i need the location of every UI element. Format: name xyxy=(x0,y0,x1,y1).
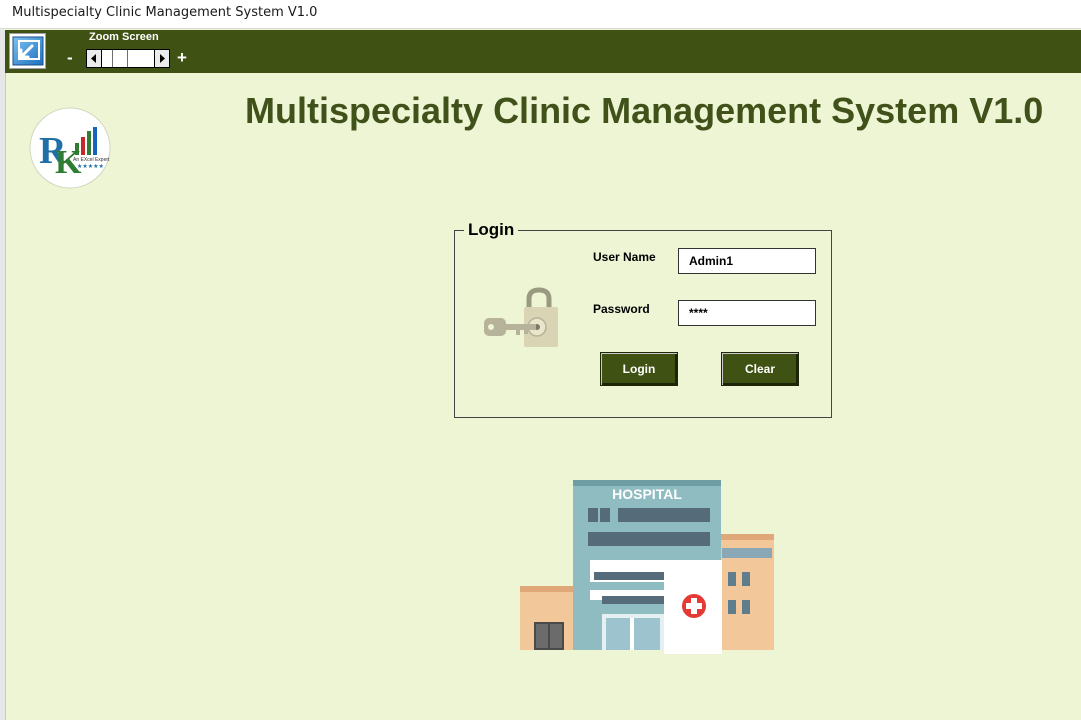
zoom-right-arrow[interactable] xyxy=(154,50,169,67)
zoom-left-arrow[interactable] xyxy=(87,50,102,67)
clear-button[interactable]: Clear xyxy=(721,352,799,386)
arrow-back-icon xyxy=(12,36,43,66)
zoom-out-button[interactable]: - xyxy=(67,48,73,68)
password-label: Password xyxy=(593,302,650,316)
zoom-in-button[interactable]: + xyxy=(177,48,187,68)
rk-logo: R K An EXcel Expert ★★★★★ xyxy=(29,107,111,189)
triangle-left-icon xyxy=(91,54,96,63)
back-button[interactable] xyxy=(9,33,46,69)
hospital-building-icon: HOSPITAL xyxy=(520,480,774,654)
page-title: Multispecialty Clinic Management System … xyxy=(245,90,1044,131)
password-input[interactable] xyxy=(678,300,816,326)
hospital-sign: HOSPITAL xyxy=(612,486,682,502)
svg-text:★★★★★: ★★★★★ xyxy=(77,163,104,170)
left-window-edge xyxy=(0,30,6,720)
zoom-label: Zoom Screen xyxy=(89,31,159,43)
login-legend: Login xyxy=(464,220,519,240)
zoom-scrollbar[interactable] xyxy=(86,49,170,68)
window-title: Multispecialty Clinic Management System … xyxy=(12,5,318,20)
window-title-bar: Multispecialty Clinic Management System … xyxy=(0,0,1081,29)
triangle-right-icon xyxy=(160,54,165,63)
username-input[interactable] xyxy=(678,248,816,274)
zoom-slider-thumb[interactable] xyxy=(112,50,128,67)
username-label: User Name xyxy=(593,250,656,264)
login-button[interactable]: Login xyxy=(600,352,678,386)
lock-key-icon xyxy=(484,287,558,347)
